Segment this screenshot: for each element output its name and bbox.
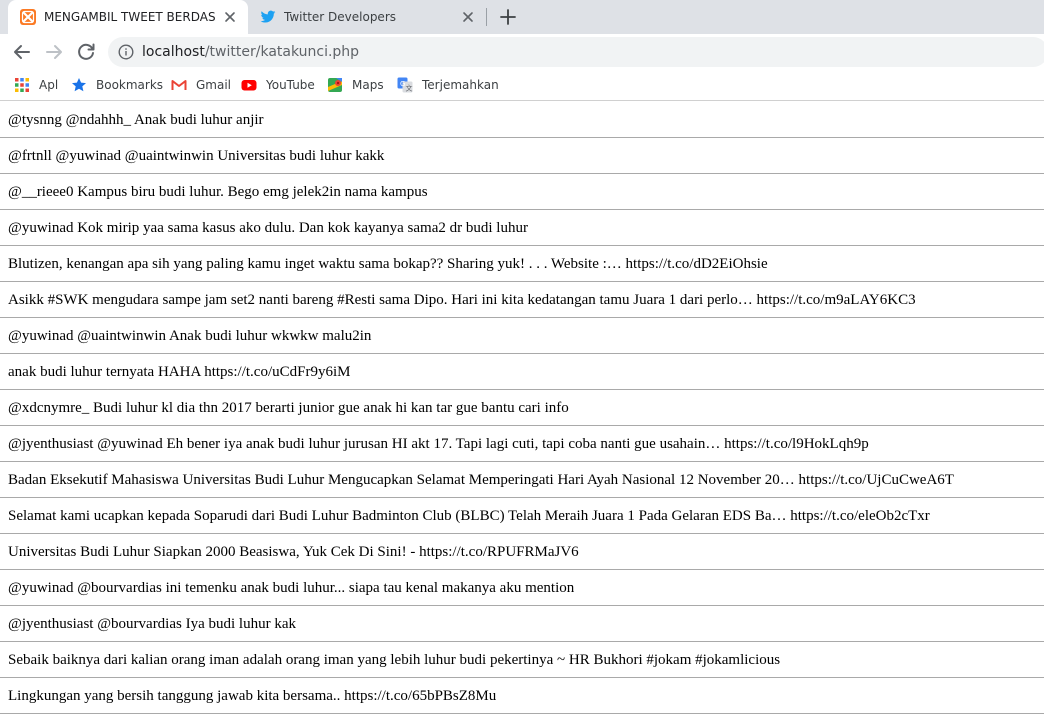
browser-toolbar: localhost/twitter/katakunci.php	[0, 34, 1044, 70]
tweet-row: @jyenthusiast @yuwinad Eh bener iya anak…	[0, 426, 1044, 462]
svg-text:文: 文	[406, 84, 413, 93]
tweet-row: anak budi luhur ternyata HAHA https://t.…	[0, 354, 1044, 390]
bookmark-label: Apl	[39, 78, 59, 92]
tab-title: Twitter Developers	[284, 10, 397, 24]
tweet-row: Blutizen, kenangan apa sih yang paling k…	[0, 246, 1044, 282]
tweet-text: Universitas Budi Luhur Siapkan 2000 Beas…	[8, 544, 579, 560]
translate-icon: G文	[397, 77, 413, 93]
close-icon[interactable]	[460, 9, 476, 25]
bookmark-label: Terjemahkan	[422, 78, 499, 92]
tweet-text: Lingkungan yang bersih tanggung jawab ki…	[8, 688, 497, 704]
tweet-row: @jyenthusiast @bourvardias Iya budi luhu…	[0, 606, 1044, 642]
tab-active[interactable]: MENGAMBIL TWEET BERDASARKAN KATA KUNCI	[8, 0, 248, 34]
youtube-icon	[241, 77, 257, 93]
maps-icon	[327, 77, 343, 93]
tweet-text: @yuwinad @bourvardias ini temenku anak b…	[8, 580, 575, 596]
bookmark-apps[interactable]: Apl	[14, 76, 58, 94]
xampp-icon	[20, 9, 36, 25]
bookmark-gmail[interactable]: Gmail	[171, 76, 231, 94]
tweet-row: Asikk #SWK mengudara sampe jam set2 nant…	[0, 282, 1044, 318]
tweet-text: @yuwinad Kok mirip yaa sama kasus ako du…	[8, 220, 528, 236]
tweet-text: @yuwinad @uaintwinwin Anak budi luhur wk…	[8, 328, 372, 344]
tweet-text: Selamat kami ucapkan kepada Soparudi dar…	[8, 508, 930, 524]
tweet-row: @yuwinad @uaintwinwin Anak budi luhur wk…	[0, 318, 1044, 354]
bookmark-label: Gmail	[196, 78, 232, 92]
tweet-list: @tysnng @ndahhh_ Anak budi luhur anjir @f…	[0, 102, 1044, 714]
tab-twitter-developers[interactable]: Twitter Developers	[248, 0, 486, 34]
bookmark-maps[interactable]: Maps	[327, 76, 384, 94]
bookmark-bookmarks[interactable]: Bookmarks	[71, 76, 163, 94]
tweet-row: Universitas Budi Luhur Siapkan 2000 Beas…	[0, 534, 1044, 570]
tweet-row: @xdcnymre_ Budi luhur kl dia thn 2017 be…	[0, 390, 1044, 426]
close-icon[interactable]	[222, 9, 238, 25]
tweet-row: @__rieee0 Kampus biru budi luhur. Bego e…	[0, 174, 1044, 210]
bookmark-label: YouTube	[266, 78, 315, 92]
tweet-text: anak budi luhur ternyata HAHA https://t.…	[8, 364, 351, 380]
bookmarks-bar: Apl Bookmarks Gmail YouTube Maps G文 Terj…	[0, 70, 1044, 101]
bookmark-label: Maps	[352, 78, 384, 92]
forward-arrow-icon[interactable]	[42, 40, 66, 64]
tweet-text: @__rieee0 Kampus biru budi luhur. Bego e…	[8, 184, 428, 200]
info-icon[interactable]	[118, 44, 134, 60]
tweet-row: Badan Eksekutif Mahasiswa Universitas Bu…	[0, 462, 1044, 498]
tweet-row: Sebaik baiknya dari kalian orang iman ad…	[0, 642, 1044, 678]
tweet-text: Badan Eksekutif Mahasiswa Universitas Bu…	[8, 472, 954, 488]
tab-title: MENGAMBIL TWEET BERDASARKAN KATA KUNCI	[44, 10, 216, 24]
tweet-text: @frtnll @yuwinad @uaintwinwin Universita…	[8, 148, 385, 164]
reload-icon[interactable]	[74, 40, 98, 64]
url-text: localhost/twitter/katakunci.php	[142, 43, 359, 61]
tweet-text: Asikk #SWK mengudara sampe jam set2 nant…	[8, 292, 916, 308]
back-arrow-icon[interactable]	[10, 40, 34, 64]
tweet-text: @xdcnymre_ Budi luhur kl dia thn 2017 be…	[8, 400, 569, 416]
tweet-text: @jyenthusiast @bourvardias Iya budi luhu…	[8, 616, 296, 632]
twitter-bird-icon	[260, 9, 276, 25]
tweet-row: Selamat kami ucapkan kepada Soparudi dar…	[0, 498, 1044, 534]
tweet-text: @tysnng @ndahhh_ Anak budi luhur anjir	[8, 112, 264, 128]
tweet-row: @yuwinad Kok mirip yaa sama kasus ako du…	[0, 210, 1044, 246]
bookmark-translate[interactable]: G文 Terjemahkan	[397, 76, 499, 94]
tweet-text: Sebaik baiknya dari kalian orang iman ad…	[8, 652, 781, 668]
url-host: localhost	[142, 44, 205, 60]
apps-grid-icon	[14, 77, 30, 93]
address-bar[interactable]: localhost/twitter/katakunci.php	[108, 37, 1044, 67]
bookmark-youtube[interactable]: YouTube	[241, 76, 315, 94]
tab-strip: MENGAMBIL TWEET BERDASARKAN KATA KUNCI T…	[0, 0, 1044, 34]
new-tab-plus-icon[interactable]	[498, 7, 518, 27]
tab-separator	[486, 8, 487, 26]
tweet-text: Blutizen, kenangan apa sih yang paling k…	[8, 256, 768, 272]
star-icon	[71, 77, 87, 93]
gmail-icon	[171, 77, 187, 93]
url-path: /twitter/katakunci.php	[204, 44, 360, 60]
tweet-row: Lingkungan yang bersih tanggung jawab ki…	[0, 678, 1044, 714]
tweet-row: @frtnll @yuwinad @uaintwinwin Universita…	[0, 138, 1044, 174]
bookmark-label: Bookmarks	[96, 78, 164, 92]
tweet-row: @tysnng @ndahhh_ Anak budi luhur anjir	[0, 102, 1044, 138]
tweet-text: @jyenthusiast @yuwinad Eh bener iya anak…	[8, 436, 869, 452]
tweet-row: @yuwinad @bourvardias ini temenku anak b…	[0, 570, 1044, 606]
